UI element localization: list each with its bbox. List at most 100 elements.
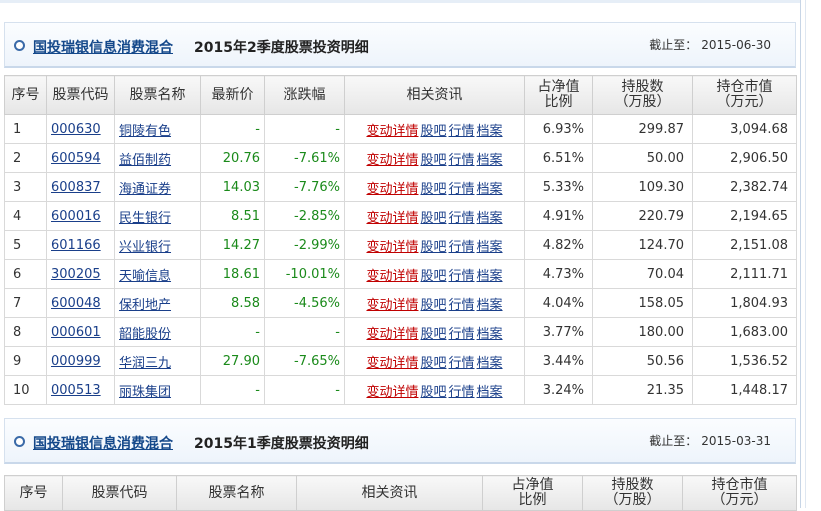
quote-link[interactable]: 行情: [449, 327, 475, 342]
stock-code-link[interactable]: 600594: [51, 151, 101, 166]
quote-link[interactable]: 行情: [449, 298, 475, 313]
stock-code-link[interactable]: 300205: [51, 267, 101, 282]
change-detail-link[interactable]: 变动详情: [366, 385, 418, 400]
price-change: -4.56%: [264, 288, 345, 318]
latest-price: -: [200, 317, 265, 347]
change-detail-link[interactable]: 变动详情: [366, 124, 418, 139]
fund-name-link[interactable]: 国投瑞银信息消费混合: [33, 37, 173, 57]
net-value-pct: 6.51%: [524, 143, 593, 173]
stock-code-cell: 600594: [46, 143, 115, 173]
stock-code-cell: 600837: [46, 172, 115, 202]
col-header-code: 股票代码: [46, 75, 115, 115]
stock-forum-link[interactable]: 股吧: [420, 356, 446, 371]
quote-link[interactable]: 行情: [449, 356, 475, 371]
archive-link[interactable]: 档案: [477, 153, 503, 168]
related-news-cell: 变动详情 股吧 行情 档案: [344, 230, 525, 260]
quote-link[interactable]: 行情: [449, 153, 475, 168]
scroll-gutter-line: [805, 0, 806, 508]
top-border: [0, 0, 800, 3]
row-number: 5: [4, 230, 47, 260]
stock-forum-link[interactable]: 股吧: [420, 385, 446, 400]
quote-link[interactable]: 行情: [449, 385, 475, 400]
archive-link[interactable]: 档案: [477, 385, 503, 400]
quote-link[interactable]: 行情: [449, 211, 475, 226]
stock-name-link[interactable]: 民生银行: [119, 211, 171, 226]
archive-link[interactable]: 档案: [477, 182, 503, 197]
row-number: 7: [4, 288, 47, 318]
change-detail-link[interactable]: 变动详情: [366, 182, 418, 197]
stock-code-link[interactable]: 000630: [51, 122, 101, 137]
change-detail-link[interactable]: 变动详情: [366, 269, 418, 284]
price-change: -2.99%: [264, 230, 345, 260]
change-detail-link[interactable]: 变动详情: [366, 356, 418, 371]
stock-name-link[interactable]: 铜陵有色: [119, 124, 171, 139]
stock-forum-link[interactable]: 股吧: [420, 153, 446, 168]
section-header: 国投瑞银信息消费混合 2015年1季度股票投资明细 截止至： 2015-03-31: [4, 418, 796, 464]
stock-code-link[interactable]: 000513: [51, 383, 101, 398]
table-row: 8 000601 韶能股份 - - 变动详情 股吧 行情 档案 3.77% 180.00 1,683.…: [4, 317, 797, 347]
stock-name-link[interactable]: 天喻信息: [119, 269, 171, 284]
stock-forum-link[interactable]: 股吧: [420, 327, 446, 342]
col-header-pct-line1: 占净值: [511, 477, 554, 493]
archive-link[interactable]: 档案: [477, 269, 503, 284]
col-header-no: 序号: [4, 475, 63, 511]
archive-link[interactable]: 档案: [477, 298, 503, 313]
archive-link[interactable]: 档案: [477, 327, 503, 342]
table-header-row: 序号 股票代码 股票名称 最新价 涨跌幅 相关资讯 占净值 比例 持股数 （万股） …: [4, 75, 797, 115]
stock-name-link[interactable]: 华润三九: [119, 356, 171, 371]
stock-code-link[interactable]: 601166: [51, 238, 101, 253]
as-of-value: 2015-03-31: [701, 434, 771, 448]
change-detail-link[interactable]: 变动详情: [366, 211, 418, 226]
shares-held: 158.05: [592, 288, 693, 318]
archive-link[interactable]: 档案: [477, 124, 503, 139]
quote-link[interactable]: 行情: [449, 182, 475, 197]
col-header-pct: 占净值 比例: [524, 75, 593, 115]
latest-price: 20.76: [200, 143, 265, 173]
related-news-cell: 变动详情 股吧 行情 档案: [344, 288, 525, 318]
stock-name-link[interactable]: 益佰制药: [119, 153, 171, 168]
net-value-pct: 3.77%: [524, 317, 593, 347]
market-value: 1,804.93: [692, 288, 797, 318]
as-of-value: 2015-06-30: [701, 38, 771, 52]
quote-link[interactable]: 行情: [449, 240, 475, 255]
quote-link[interactable]: 行情: [449, 124, 475, 139]
row-number: 6: [4, 259, 47, 289]
stock-forum-link[interactable]: 股吧: [420, 124, 446, 139]
shares-held: 109.30: [592, 172, 693, 202]
as-of-date: 截止至： 2015-06-30: [649, 36, 771, 53]
stock-code-link[interactable]: 600048: [51, 296, 101, 311]
stock-code-cell: 000999: [46, 346, 115, 376]
holdings-table: 序号 股票代码 股票名称 相关资讯 占净值 比例 持股数 （万股） 持仓市值 （万元）: [4, 475, 797, 511]
latest-price: 14.03: [200, 172, 265, 202]
price-change: -7.61%: [264, 143, 345, 173]
archive-link[interactable]: 档案: [477, 240, 503, 255]
stock-forum-link[interactable]: 股吧: [420, 211, 446, 226]
col-header-shares-line1: 持股数: [621, 79, 664, 95]
col-header-value-line1: 持仓市值: [711, 477, 768, 493]
related-news-cell: 变动详情 股吧 行情 档案: [344, 172, 525, 202]
archive-link[interactable]: 档案: [477, 211, 503, 226]
stock-name-link[interactable]: 海通证券: [119, 182, 171, 197]
stock-name-link[interactable]: 丽珠集团: [119, 385, 171, 400]
archive-link[interactable]: 档案: [477, 356, 503, 371]
change-detail-link[interactable]: 变动详情: [366, 153, 418, 168]
stock-code-cell: 000601: [46, 317, 115, 347]
latest-price: 27.90: [200, 346, 265, 376]
stock-forum-link[interactable]: 股吧: [420, 298, 446, 313]
quote-link[interactable]: 行情: [449, 269, 475, 284]
fund-name-link[interactable]: 国投瑞银信息消费混合: [33, 433, 173, 453]
change-detail-link[interactable]: 变动详情: [366, 240, 418, 255]
market-value: 2,194.65: [692, 201, 797, 231]
stock-code-link[interactable]: 600837: [51, 180, 101, 195]
stock-forum-link[interactable]: 股吧: [420, 182, 446, 197]
stock-forum-link[interactable]: 股吧: [420, 240, 446, 255]
stock-code-link[interactable]: 000601: [51, 325, 101, 340]
stock-name-link[interactable]: 兴业银行: [119, 240, 171, 255]
stock-name-link[interactable]: 保利地产: [119, 298, 171, 313]
stock-name-link[interactable]: 韶能股份: [119, 327, 171, 342]
stock-code-link[interactable]: 000999: [51, 354, 101, 369]
change-detail-link[interactable]: 变动详情: [366, 327, 418, 342]
stock-code-link[interactable]: 600016: [51, 209, 101, 224]
change-detail-link[interactable]: 变动详情: [366, 298, 418, 313]
stock-forum-link[interactable]: 股吧: [420, 269, 446, 284]
